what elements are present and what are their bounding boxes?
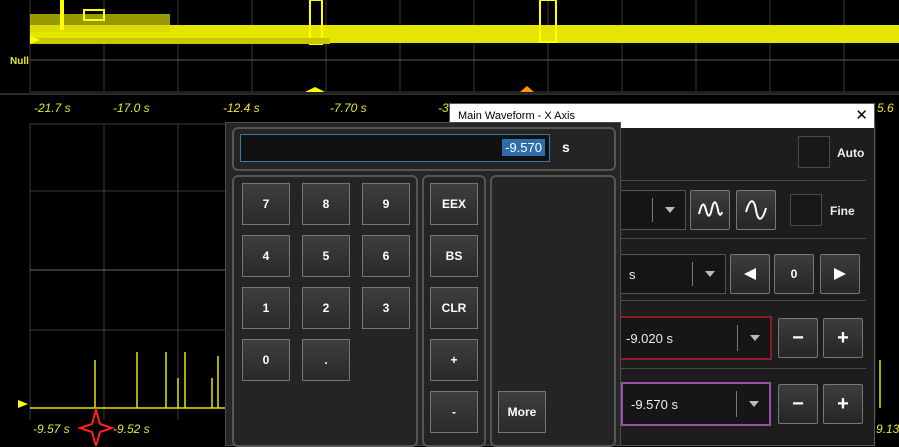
function-panel: EEX BS CLR + -: [422, 175, 486, 447]
upper-trace: [30, 0, 899, 92]
key-1[interactable]: 1: [242, 287, 290, 329]
sine-dense-button[interactable]: [690, 190, 730, 230]
numeric-keypad: -9.570 s 7 8 9 4 5 6 1 2 3 0 . EEX BS CL…: [225, 122, 621, 447]
cursor1-value: -9.020 s: [626, 330, 673, 346]
key-8[interactable]: 8: [302, 183, 350, 225]
zoom-time-label-3: 9.13: [876, 422, 899, 436]
key-clear[interactable]: CLR: [430, 287, 478, 329]
filter-select[interactable]: [620, 190, 686, 230]
timebase-select[interactable]: s: [620, 254, 726, 294]
chevron-down-icon: [750, 335, 760, 341]
arrow-left-icon: [744, 268, 756, 280]
scroll-left-button[interactable]: [730, 254, 770, 294]
entry-value: -9.570: [502, 139, 545, 156]
key-9[interactable]: 9: [362, 183, 410, 225]
scroll-right-button[interactable]: [820, 254, 860, 294]
key-0[interactable]: 0: [242, 339, 290, 381]
cursor-star-icon[interactable]: [76, 406, 116, 446]
cursor2-increment-button[interactable]: +: [823, 384, 863, 424]
cursor1-select[interactable]: -9.020 s: [616, 316, 772, 360]
cursor2-decrement-button[interactable]: −: [778, 384, 818, 424]
key-decimal[interactable]: .: [302, 339, 350, 381]
time-label-3: -12.4 s: [223, 101, 260, 115]
key-4[interactable]: 4: [242, 235, 290, 277]
entry-panel: -9.570 s: [232, 127, 616, 171]
cursor2-value: -9.570 s: [631, 396, 678, 412]
key-6[interactable]: 6: [362, 235, 410, 277]
key-minus[interactable]: -: [430, 391, 478, 433]
entry-unit: s: [562, 139, 570, 155]
cursor1-increment-button[interactable]: +: [823, 318, 863, 358]
arrow-right-icon: [834, 268, 846, 280]
key-5[interactable]: 5: [302, 235, 350, 277]
auto-label: Auto: [837, 146, 865, 160]
divider-4: [620, 368, 866, 369]
chevron-down-icon: [749, 401, 759, 407]
close-icon[interactable]: ✕: [855, 104, 868, 128]
divider-1: [620, 180, 866, 181]
time-label-6: 5.6: [877, 101, 894, 115]
key-plus[interactable]: +: [430, 339, 478, 381]
key-3[interactable]: 3: [362, 287, 410, 329]
key-2[interactable]: 2: [302, 287, 350, 329]
chevron-down-icon: [705, 271, 715, 277]
divider-2: [620, 238, 866, 239]
ground-marker-lower: [18, 400, 28, 408]
chevron-down-icon: [665, 207, 675, 213]
cursor1-decrement-button[interactable]: −: [778, 318, 818, 358]
time-label-1: -21.7 s: [34, 101, 71, 115]
more-panel: More: [490, 175, 616, 447]
wave-icon: [745, 200, 767, 220]
key-backspace[interactable]: BS: [430, 235, 478, 277]
sine-button[interactable]: [736, 190, 776, 230]
ground-null-label: Null: [10, 56, 29, 67]
auto-checkbox[interactable]: [798, 136, 830, 168]
more-button[interactable]: More: [498, 391, 546, 433]
zoom-time-label-1: -9.57 s: [33, 422, 70, 436]
timebase-value: s: [629, 266, 636, 282]
wave-dense-icon: [698, 201, 723, 217]
fine-label: Fine: [830, 204, 855, 218]
divider-3: [620, 300, 866, 301]
zoom-time-label-2: -9.52 s: [113, 422, 150, 436]
cursor2-select[interactable]: -9.570 s: [621, 382, 771, 426]
key-7[interactable]: 7: [242, 183, 290, 225]
key-eex[interactable]: EEX: [430, 183, 478, 225]
upper-grid: [29, 0, 899, 93]
position-zero-button[interactable]: 0: [774, 254, 814, 294]
entry-field[interactable]: -9.570: [240, 134, 550, 162]
fine-checkbox[interactable]: [790, 194, 822, 226]
time-label-2: -17.0 s: [113, 101, 150, 115]
time-label-4: -7.70 s: [330, 101, 367, 115]
digit-panel: 7 8 9 4 5 6 1 2 3 0 .: [232, 175, 418, 447]
time-label-5: -3: [438, 101, 449, 115]
